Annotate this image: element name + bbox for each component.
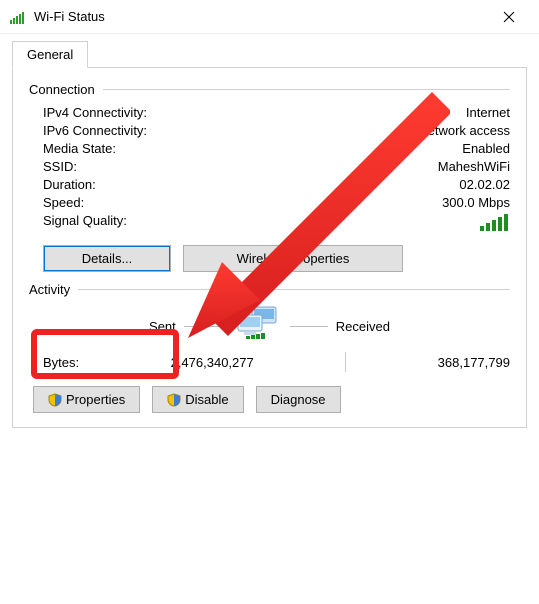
tab-strip: General (12, 40, 527, 68)
bytes-divider (345, 352, 346, 372)
duration-value: 02.02.02 (459, 177, 510, 192)
ipv6-label: IPv6 Connectivity: (43, 123, 147, 138)
bytes-label: Bytes: (43, 355, 79, 370)
connection-header-label: Connection (29, 82, 95, 97)
bytes-received-value: 368,177,799 (438, 355, 510, 370)
activity-header-label: Activity (29, 282, 70, 297)
signal-quality-bars-icon (480, 213, 510, 231)
properties-button[interactable]: Properties (33, 386, 140, 413)
details-button-label: Details... (82, 251, 133, 266)
media-state-label: Media State: (43, 141, 116, 156)
row-signal-quality: Signal Quality: (29, 213, 510, 231)
close-icon (503, 11, 515, 23)
shield-icon (167, 393, 181, 407)
bytes-sent-value: 2,476,340,277 (171, 355, 254, 370)
speed-value: 300.0 Mbps (442, 195, 510, 210)
connection-buttons-row: Details... Wireless Properties (43, 245, 510, 272)
wireless-properties-button-label: Wireless Properties (237, 251, 350, 266)
bytes-row: Bytes: 2,476,340,277 368,177,799 (29, 352, 510, 372)
ipv4-value: Internet (466, 105, 510, 120)
diagnose-button[interactable]: Diagnose (256, 386, 341, 413)
details-button[interactable]: Details... (43, 245, 171, 272)
speed-label: Speed: (43, 195, 84, 210)
row-ipv6: IPv6 Connectivity: No network access (29, 123, 510, 138)
network-computers-icon (230, 305, 282, 348)
ssid-value: MaheshWiFi (438, 159, 510, 174)
wifi-signal-icon (10, 10, 28, 24)
ipv4-label: IPv4 Connectivity: (43, 105, 147, 120)
row-media-state: Media State: Enabled (29, 141, 510, 156)
panel-general: Connection IPv4 Connectivity: Internet I… (12, 68, 527, 428)
tab-general[interactable]: General (12, 41, 88, 68)
properties-button-label: Properties (66, 392, 125, 407)
wireless-properties-button[interactable]: Wireless Properties (183, 245, 403, 272)
window-title: Wi-Fi Status (34, 9, 105, 24)
row-ssid: SSID: MaheshWiFi (29, 159, 510, 174)
bottom-buttons-row: Properties Disable Diagnose (29, 386, 510, 413)
activity-area: Sent Received (29, 305, 510, 348)
row-duration: Duration: 02.02.02 (29, 177, 510, 192)
titlebar: Wi-Fi Status (0, 0, 539, 34)
disable-button[interactable]: Disable (152, 386, 243, 413)
tab-general-label: General (27, 47, 73, 62)
diagnose-button-label: Diagnose (271, 392, 326, 407)
sent-label: Sent (149, 319, 176, 334)
close-button[interactable] (489, 2, 529, 32)
row-ipv4: IPv4 Connectivity: Internet (29, 105, 510, 120)
signal-quality-label: Signal Quality: (43, 213, 127, 231)
ipv6-value: No network access (400, 123, 510, 138)
disable-button-label: Disable (185, 392, 228, 407)
group-connection-header: Connection (29, 82, 510, 97)
media-state-value: Enabled (462, 141, 510, 156)
ssid-label: SSID: (43, 159, 77, 174)
duration-label: Duration: (43, 177, 96, 192)
row-speed: Speed: 300.0 Mbps (29, 195, 510, 210)
received-label: Received (336, 319, 390, 334)
shield-icon (48, 393, 62, 407)
group-activity-header: Activity (29, 282, 510, 297)
